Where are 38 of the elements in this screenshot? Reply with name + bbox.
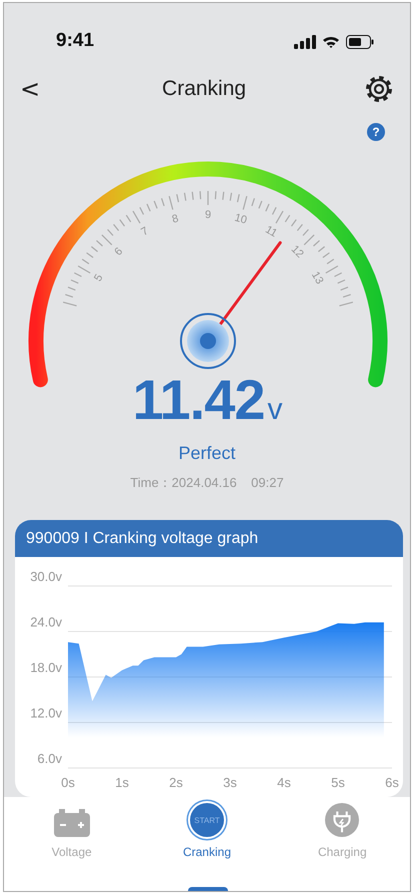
voltage-status: Perfect	[178, 443, 236, 464]
x-axis-label: 4s	[277, 775, 291, 790]
x-axis-label: 1s	[115, 775, 129, 790]
signal-icon	[294, 35, 316, 49]
x-axis-label: 0s	[61, 775, 75, 790]
x-axis-label: 5s	[331, 775, 345, 790]
gauge-label: 13	[308, 270, 326, 286]
back-button[interactable]: <	[16, 75, 44, 103]
gauge-label: 7	[139, 225, 151, 239]
status-time: 9:41	[56, 30, 94, 53]
tab[interactable]: START Cranking	[152, 803, 262, 859]
battery-icon	[346, 35, 374, 49]
y-axis-label: 18.0v	[30, 660, 62, 675]
settings-icon[interactable]	[364, 74, 394, 104]
gauge-hub	[180, 313, 236, 369]
gauge-label: 11	[263, 224, 279, 240]
gauge-label: 5	[92, 272, 106, 284]
y-axis-label: 6.0v	[37, 751, 62, 766]
start-icon: START	[190, 803, 224, 837]
gauge-label: 12	[288, 243, 306, 260]
y-axis-label: 24.0v	[30, 614, 62, 630]
y-axis-label: 30.0v	[30, 569, 62, 584]
x-axis-label: 3s	[223, 775, 237, 790]
voltage-reading: 11.42v	[132, 371, 282, 433]
gauge-label: 9	[204, 208, 212, 221]
plug-icon	[324, 803, 360, 837]
help-button[interactable]: ?	[367, 123, 385, 141]
wifi-icon	[322, 35, 340, 49]
x-axis-label: 6s	[385, 775, 399, 790]
gauge-label: 6	[112, 245, 126, 258]
gauge-label: 10	[233, 212, 248, 227]
y-axis-label: 12.0v	[30, 706, 62, 720]
test-time: Time：2024.04.16 09:27	[130, 474, 284, 492]
page-title: Cranking	[162, 77, 246, 101]
x-axis-label: 2s	[169, 775, 183, 790]
battery-icon	[54, 809, 90, 837]
card-title: 990009 I Cranking voltage graph	[26, 530, 258, 548]
gauge-label: 8	[170, 212, 180, 226]
